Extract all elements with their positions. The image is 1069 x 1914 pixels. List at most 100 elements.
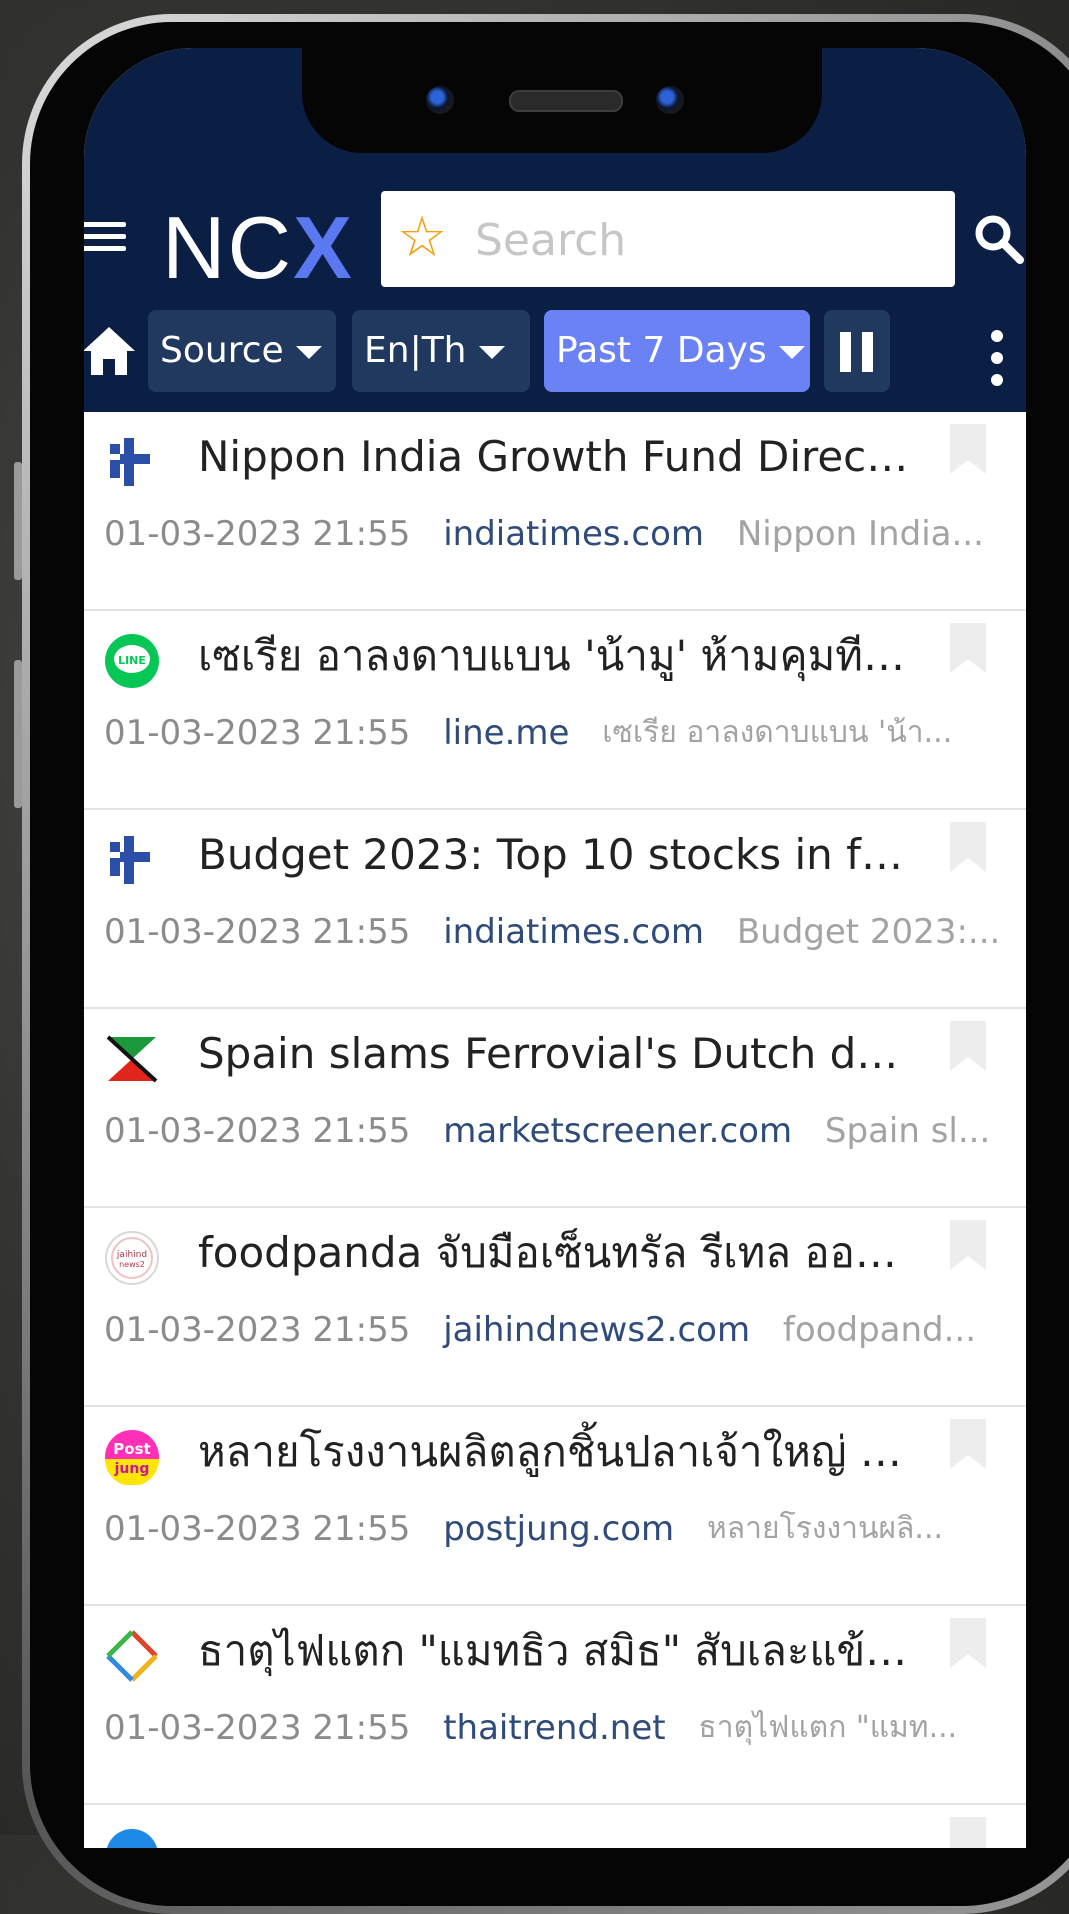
pause-button[interactable] bbox=[824, 310, 890, 392]
search-icon[interactable] bbox=[972, 212, 1026, 266]
news-date: 01-03-2023 bbox=[104, 1111, 302, 1151]
period-dropdown[interactable]: Past 7 Days bbox=[544, 310, 810, 392]
news-source[interactable]: indiatimes.com bbox=[443, 514, 704, 554]
bookmark-icon[interactable] bbox=[950, 1817, 986, 1848]
news-meta: 01-03-2023 21:55 postjung.com หลายโรงงาน… bbox=[104, 1499, 1004, 1559]
bookmark-icon[interactable] bbox=[950, 1618, 986, 1668]
news-source[interactable]: jaihindnews2.com bbox=[443, 1310, 750, 1350]
pause-icon bbox=[840, 332, 851, 372]
bookmark-icon[interactable] bbox=[950, 623, 986, 673]
news-source[interactable]: indiatimes.com bbox=[443, 912, 704, 952]
news-time: 21:55 bbox=[312, 912, 411, 952]
news-snippet: Nippon India... bbox=[736, 514, 984, 554]
list-item[interactable]: ธาตุไฟแตก "แมทธิว สมิธ" สับเละแข้งบีจี..… bbox=[84, 1606, 1026, 1805]
news-title[interactable]: foodpanda จับมือเซ็นทรัล รีเทล ออกแ... bbox=[198, 1218, 918, 1288]
chevron-down-icon bbox=[295, 345, 322, 359]
bookmark-icon[interactable] bbox=[950, 1220, 986, 1270]
news-feed: Nippon India Growth Fund Direct- ... 01-… bbox=[84, 412, 1026, 1848]
news-meta: 01-03-2023 21:55 line.me เซเรีย อาลงดาบแ… bbox=[104, 703, 1004, 763]
language-dropdown-label: En|Th bbox=[364, 330, 467, 371]
source-dropdown-label: Source bbox=[160, 330, 284, 371]
logo-text: NC bbox=[162, 198, 294, 297]
news-date: 01-03-2023 bbox=[104, 1509, 302, 1549]
indiatimes-icon bbox=[110, 438, 150, 486]
news-title[interactable]: Nippon India Growth Fund Direct- ... bbox=[198, 422, 918, 492]
list-item[interactable]: LINE เซเรีย อาลงดาบแบน 'น้ามู' ห้ามคุมที… bbox=[84, 611, 1026, 810]
news-source-icon bbox=[106, 1829, 158, 1848]
bookmark-icon[interactable] bbox=[950, 1021, 986, 1071]
news-time: 21:55 bbox=[312, 1509, 411, 1549]
news-snippet: เซเรีย อาลงดาบแบน 'น้า... bbox=[602, 715, 953, 750]
news-date: 01-03-2023 bbox=[104, 1310, 302, 1350]
indiatimes-icon bbox=[110, 836, 150, 884]
app-screen: NCX ☆ Source En|Th Past 7 Days bbox=[84, 48, 1026, 1848]
news-snippet: Spain sl... bbox=[824, 1111, 991, 1151]
news-date: 01-03-2023 bbox=[104, 713, 302, 753]
phone-notch bbox=[302, 48, 822, 153]
news-title[interactable]: เซเรีย อาลงดาบแบน 'น้ามู' ห้ามคุมทีม 2 .… bbox=[198, 621, 918, 691]
news-title[interactable]: ธาตุไฟแตก "แมทธิว สมิธ" สับเละแข้งบีจี..… bbox=[198, 1616, 918, 1686]
chevron-down-icon bbox=[778, 345, 805, 359]
svg-text:jung: jung bbox=[114, 1461, 150, 1477]
camera-icon bbox=[426, 86, 454, 114]
thaitrend-icon bbox=[106, 1630, 158, 1682]
list-item[interactable]: jaihind news2 foodpanda จับมือเซ็นทรัล ร… bbox=[84, 1208, 1026, 1407]
bookmark-icon[interactable] bbox=[950, 1419, 986, 1469]
news-meta: 01-03-2023 21:55 marketscreener.com Spai… bbox=[104, 1101, 1004, 1161]
speaker-grille bbox=[509, 90, 623, 112]
news-time: 21:55 bbox=[312, 713, 411, 753]
source-dropdown[interactable]: Source bbox=[148, 310, 336, 392]
menu-icon[interactable] bbox=[84, 216, 126, 256]
news-source[interactable]: marketscreener.com bbox=[443, 1111, 792, 1151]
list-item[interactable]: Post jung หลายโรงงานผลิตลูกชิ้นปลาเจ้าให… bbox=[84, 1407, 1026, 1606]
postjung-icon: Post jung bbox=[105, 1430, 159, 1485]
list-item[interactable]: Budget 2023: Top 10 stocks in focu... 01… bbox=[84, 810, 1026, 1009]
list-item[interactable]: Nippon India Growth Fund Direct- ... 01-… bbox=[84, 412, 1026, 611]
news-meta: 01-03-2023 21:55 indiatimes.com Nippon I… bbox=[104, 504, 1004, 564]
news-title[interactable]: Spain slams Ferrovial's Dutch domi... bbox=[198, 1019, 918, 1089]
news-time: 21:55 bbox=[312, 514, 411, 554]
app-header: NCX ☆ Source En|Th Past 7 Days bbox=[84, 48, 1026, 412]
svg-text:Post: Post bbox=[113, 1440, 150, 1458]
news-time: 21:55 bbox=[312, 1708, 411, 1748]
news-snippet: foodpand... bbox=[782, 1310, 977, 1350]
period-dropdown-label: Past 7 Days bbox=[556, 330, 767, 371]
pause-icon bbox=[862, 332, 873, 372]
news-source[interactable]: line.me bbox=[443, 713, 569, 753]
phone-side-button bbox=[14, 660, 22, 808]
marketscreener-icon bbox=[106, 1035, 158, 1083]
logo-accent: X bbox=[293, 198, 354, 297]
star-icon[interactable]: ☆ bbox=[397, 205, 447, 271]
svg-text:news2: news2 bbox=[119, 1260, 145, 1269]
news-title[interactable]: หลายโรงงานผลิตลูกชิ้นปลาเจ้าใหญ่ ที่ใช้.… bbox=[198, 1417, 918, 1487]
news-meta: 01-03-2023 21:55 jaihindnews2.com foodpa… bbox=[104, 1300, 1004, 1360]
more-options-icon[interactable] bbox=[990, 328, 1004, 388]
list-item[interactable] bbox=[84, 1805, 1026, 1848]
news-meta: 01-03-2023 21:55 thaitrend.net ธาตุไฟแตก… bbox=[104, 1698, 1004, 1758]
news-time: 21:55 bbox=[312, 1310, 411, 1350]
news-source[interactable]: thaitrend.net bbox=[443, 1708, 665, 1748]
news-meta: 01-03-2023 21:55 indiatimes.com Budget 2… bbox=[104, 902, 1004, 962]
news-source[interactable]: postjung.com bbox=[443, 1509, 674, 1549]
filter-toolbar: Source En|Th Past 7 Days bbox=[84, 308, 1026, 392]
bookmark-icon[interactable] bbox=[950, 822, 986, 872]
home-icon[interactable] bbox=[84, 325, 136, 377]
jaihindnews-icon: jaihind news2 bbox=[105, 1231, 159, 1285]
svg-text:LINE: LINE bbox=[118, 654, 146, 667]
sensor-icon bbox=[656, 86, 684, 114]
news-title[interactable]: Budget 2023: Top 10 stocks in focu... bbox=[198, 820, 918, 890]
news-snippet: หลายโรงงานผลิ... bbox=[707, 1511, 944, 1546]
search-input[interactable] bbox=[473, 207, 937, 273]
news-date: 01-03-2023 bbox=[104, 912, 302, 952]
news-date: 01-03-2023 bbox=[104, 1708, 302, 1748]
bookmark-icon[interactable] bbox=[950, 424, 986, 474]
news-snippet: Budget 2023:... bbox=[736, 912, 1001, 952]
language-dropdown[interactable]: En|Th bbox=[352, 310, 530, 392]
app-logo[interactable]: NCX bbox=[162, 198, 354, 298]
phone-side-button bbox=[14, 462, 22, 580]
search-box[interactable]: ☆ bbox=[381, 191, 955, 287]
svg-text:jaihind: jaihind bbox=[116, 1250, 147, 1260]
list-item[interactable]: Spain slams Ferrovial's Dutch domi... 01… bbox=[84, 1009, 1026, 1208]
news-time: 21:55 bbox=[312, 1111, 411, 1151]
chevron-down-icon bbox=[478, 345, 505, 359]
